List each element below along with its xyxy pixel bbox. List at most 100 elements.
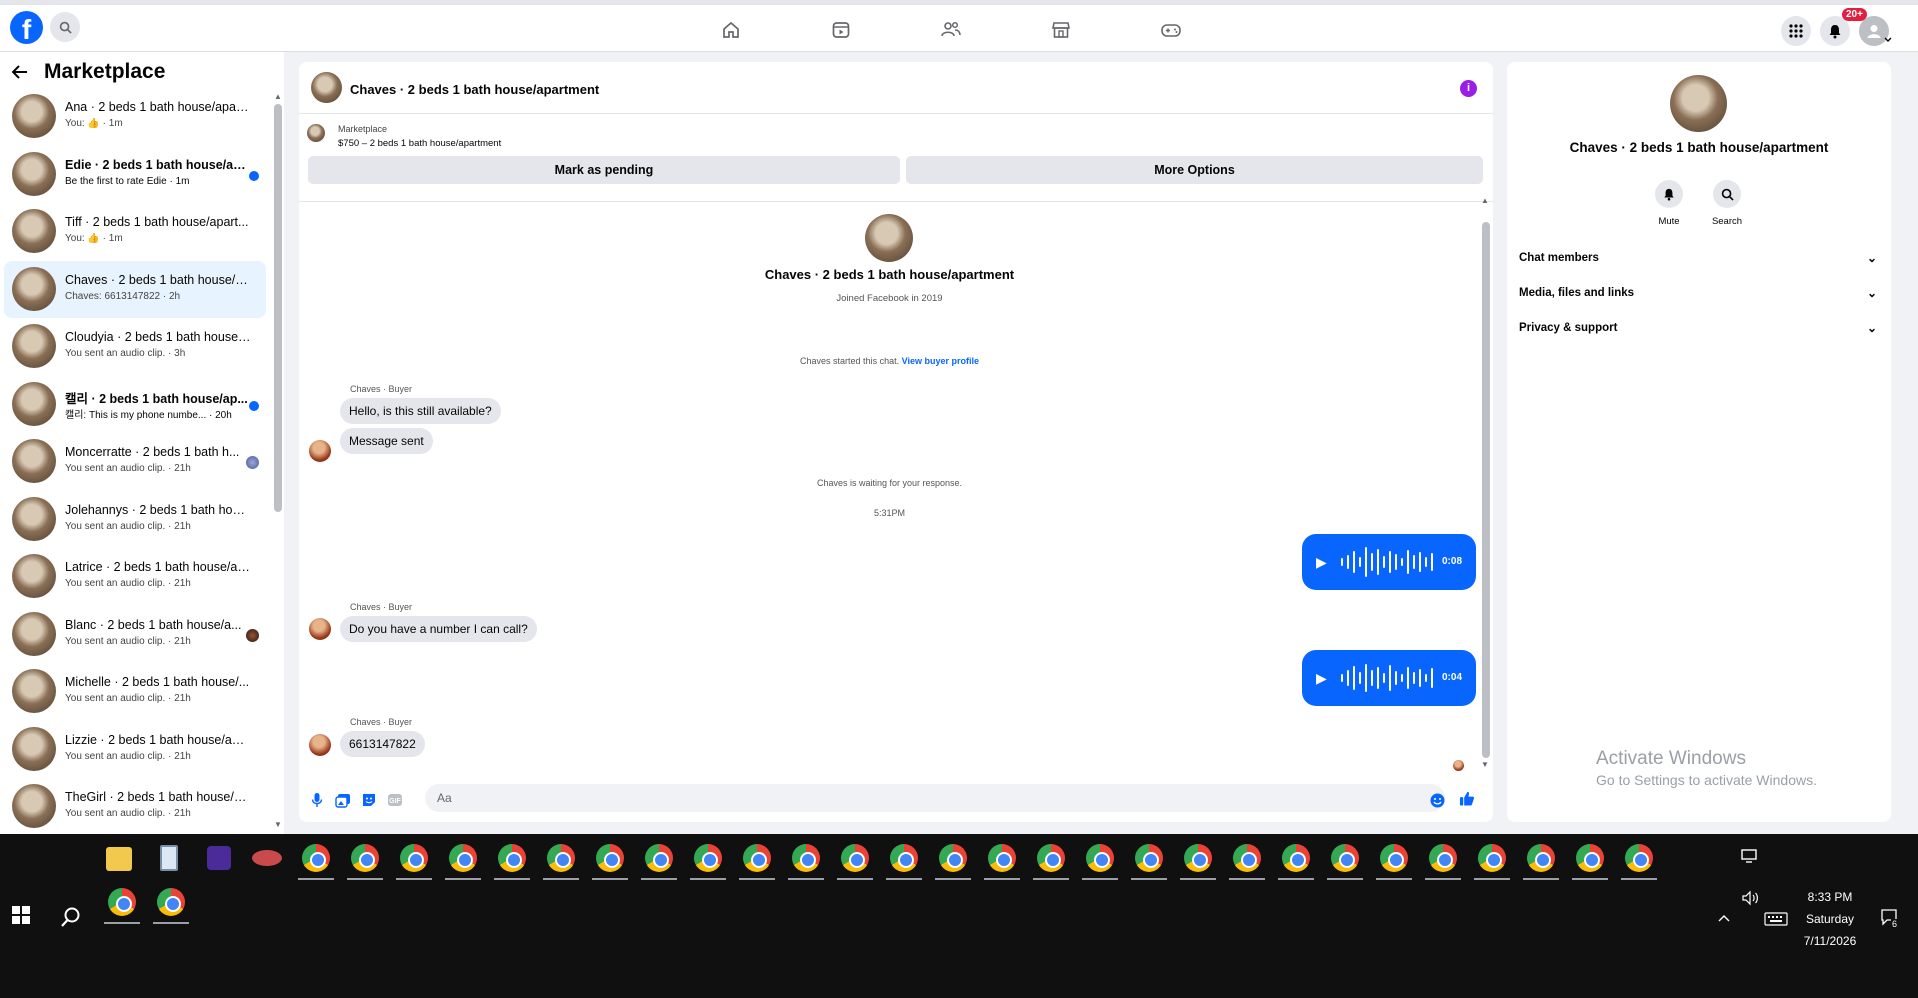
buyer-profile-avatar[interactable] [865, 214, 913, 262]
chrome-taskbar-icon[interactable] [1037, 844, 1065, 872]
listing-thumbnail[interactable] [307, 124, 325, 142]
chrome-taskbar-icon[interactable] [1429, 844, 1457, 872]
chrome-taskbar-icon[interactable] [1576, 844, 1604, 872]
chat-avatar[interactable] [311, 72, 342, 103]
chrome-taskbar-icon[interactable] [890, 844, 918, 872]
message-bubble[interactable]: Message sent [340, 428, 433, 454]
conversation-item[interactable]: Cloudyia · 2 beds 1 bath house/... You se… [4, 318, 266, 376]
display-icon[interactable] [1740, 848, 1758, 864]
back-arrow-icon[interactable] [12, 65, 28, 79]
emoji-button[interactable] [1429, 792, 1445, 808]
view-buyer-profile-link[interactable]: View buyer profile [902, 356, 979, 366]
details-name: Chaves · 2 beds 1 bath house/apartment [1569, 140, 1829, 155]
conversation-item[interactable]: Lizzie · 2 beds 1 bath house/apa... You s… [4, 721, 266, 779]
like-button[interactable] [1459, 790, 1475, 806]
app-icon[interactable] [252, 850, 282, 866]
conversation-item[interactable]: Ana · 2 beds 1 bath house/apart... You: 👍… [4, 88, 266, 146]
mark-pending-button[interactable]: Mark as pending [308, 156, 900, 184]
sidebar-scrollbar[interactable] [274, 104, 282, 512]
search-icon[interactable] [60, 906, 82, 928]
chrome-taskbar-icon[interactable] [1478, 844, 1506, 872]
chrome-taskbar-icon[interactable] [939, 844, 967, 872]
conversation-item-active[interactable]: Chaves · 2 beds 1 bath house/a... Chaves:… [4, 260, 266, 318]
chrome-taskbar-icon[interactable] [743, 844, 771, 872]
privacy-support-section[interactable]: Privacy & support ⌄ [1519, 314, 1879, 342]
chat-title[interactable]: Chaves · 2 beds 1 bath house/apartment [350, 82, 599, 97]
scroll-down-arrow[interactable]: ▼ [1481, 760, 1489, 769]
mute-button[interactable]: Mute [1639, 180, 1699, 227]
chrome-taskbar-icon[interactable] [547, 844, 575, 872]
scroll-down-arrow[interactable]: ▼ [274, 820, 282, 829]
play-icon[interactable]: ▶ [1316, 554, 1327, 571]
conversation-item[interactable]: Latrice · 2 beds 1 bath house/ap... You s… [4, 548, 266, 606]
scroll-up-arrow[interactable]: ▲ [274, 92, 282, 101]
conversation-item[interactable]: Michelle · 2 beds 1 bath house/... You se… [4, 663, 266, 721]
audio-message[interactable]: ▶ 0:08 [1302, 534, 1476, 590]
chrome-taskbar-icon[interactable] [1380, 844, 1408, 872]
volume-icon[interactable] [1741, 890, 1759, 906]
system-clock[interactable]: 8:33 PM Saturday 7/11/2026 [1780, 886, 1880, 952]
conversation-item[interactable]: Moncerratte · 2 beds 1 bath h... You sent… [4, 433, 266, 491]
listing-price[interactable]: $750 – 2 beds 1 bath house/apartment [338, 138, 501, 149]
chrome-taskbar-icon[interactable] [792, 844, 820, 872]
message-bubble[interactable]: Hello, is this still available? [340, 398, 501, 424]
chrome-taskbar-icon[interactable] [645, 844, 673, 872]
friends-nav[interactable] [938, 17, 964, 43]
message-bubble[interactable]: Do you have a number I can call? [340, 616, 537, 642]
chrome-taskbar-icon[interactable] [1282, 844, 1310, 872]
more-options-button[interactable]: More Options [906, 156, 1483, 184]
chevron-up-icon[interactable] [1718, 914, 1730, 922]
chrome-taskbar-icon[interactable] [596, 844, 624, 872]
menu-button[interactable] [1781, 16, 1811, 46]
chat-scrollbar[interactable] [1482, 222, 1490, 758]
windows-start-icon[interactable] [12, 906, 30, 924]
file-explorer-icon[interactable] [106, 847, 132, 871]
marketplace-nav[interactable] [1048, 17, 1074, 43]
chrome-taskbar-icon[interactable] [302, 844, 330, 872]
calculator-icon[interactable] [160, 845, 178, 871]
chrome-taskbar-icon[interactable] [449, 844, 477, 872]
chrome-taskbar-icon[interactable] [498, 844, 526, 872]
facebook-logo[interactable]: f [10, 11, 43, 44]
gaming-nav[interactable] [1158, 17, 1184, 43]
chrome-taskbar-icon[interactable] [108, 888, 136, 916]
chrome-taskbar-icon[interactable] [1233, 844, 1261, 872]
gif-button[interactable]: GIF [387, 792, 403, 808]
home-nav[interactable] [718, 17, 744, 43]
conversation-item[interactable]: TheGirl · 2 beds 1 bath house/a... You se… [4, 778, 266, 836]
message-bubble[interactable]: 6613147822 [340, 731, 425, 757]
chrome-taskbar-icon[interactable] [841, 844, 869, 872]
conversation-item[interactable]: Tiff · 2 beds 1 bath house/apart... You: … [4, 203, 266, 261]
video-nav[interactable] [828, 17, 854, 43]
search-chat-button[interactable]: Search [1697, 180, 1757, 227]
chrome-taskbar-icon[interactable] [1184, 844, 1212, 872]
details-avatar[interactable] [1670, 75, 1727, 132]
play-icon[interactable]: ▶ [1316, 670, 1327, 687]
search-button[interactable] [50, 12, 80, 42]
audio-message[interactable]: ▶ 0:04 [1302, 650, 1476, 706]
app-icon[interactable] [207, 846, 231, 870]
chrome-taskbar-icon[interactable] [157, 888, 185, 916]
conversation-item[interactable]: Jolehannys · 2 beds 1 bath hous... You se… [4, 491, 266, 549]
conversation-item[interactable]: Edie · 2 beds 1 bath house/ap... Be the f… [4, 146, 266, 204]
message-input[interactable] [425, 784, 1445, 812]
conversation-snippet: You: 👍 · 1m [65, 118, 123, 129]
chrome-taskbar-icon[interactable] [988, 844, 1016, 872]
chrome-taskbar-icon[interactable] [400, 844, 428, 872]
chrome-taskbar-icon[interactable] [1135, 844, 1163, 872]
chrome-taskbar-icon[interactable] [351, 844, 379, 872]
microphone-button[interactable] [309, 792, 325, 808]
info-icon[interactable]: i [1460, 80, 1477, 97]
chat-members-section[interactable]: Chat members ⌄ [1519, 244, 1879, 272]
media-files-links-section[interactable]: Media, files and links ⌄ [1519, 279, 1879, 307]
chrome-taskbar-icon[interactable] [694, 844, 722, 872]
chrome-taskbar-icon[interactable] [1527, 844, 1555, 872]
conversation-item[interactable]: Blanc · 2 beds 1 bath house/a... You sent… [4, 606, 266, 664]
chrome-taskbar-icon[interactable] [1625, 844, 1653, 872]
sticker-button[interactable] [361, 792, 377, 808]
scroll-up-arrow[interactable]: ▲ [1481, 196, 1489, 205]
photo-button[interactable] [335, 792, 351, 808]
chrome-taskbar-icon[interactable] [1331, 844, 1359, 872]
conversation-item[interactable]: 캘리 · 2 beds 1 bath house/ap... 캘리: This i… [4, 376, 266, 434]
chrome-taskbar-icon[interactable] [1086, 844, 1114, 872]
